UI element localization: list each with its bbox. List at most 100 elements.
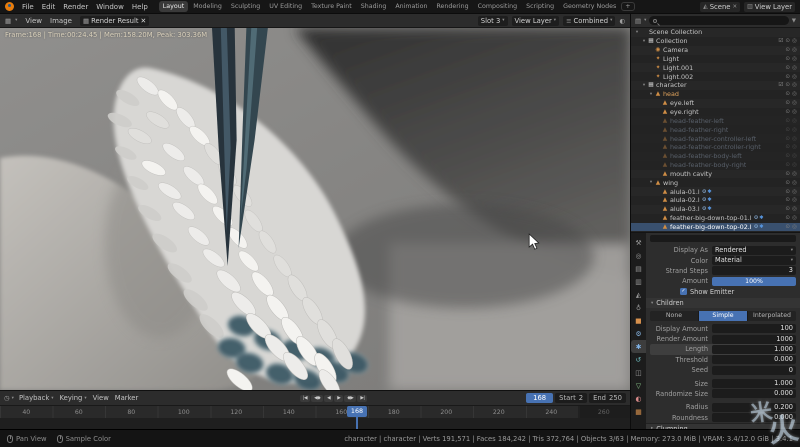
disable-render-icon[interactable]: ◎ xyxy=(792,91,797,97)
disable-render-icon[interactable]: ◎ xyxy=(792,162,797,168)
outliner-row[interactable]: ▲ mouth cavity ⚙ ✱ ☑ ⊙ ◎ xyxy=(631,170,800,179)
outliner-row[interactable]: ▾ ▲ head ⚙ ✱ ☑ ⊙ ◎ xyxy=(631,90,800,99)
outliner-row[interactable]: ▲ alula-03.l ⚙ ✱ ☑ ⊙ ◎ xyxy=(631,205,800,214)
workspace-tab[interactable]: Sculpting xyxy=(227,1,264,12)
disable-render-icon[interactable]: ◎ xyxy=(792,136,797,142)
disable-render-icon[interactable]: ◎ xyxy=(792,109,797,115)
image-datablock-selector[interactable]: ▦ Render Result ✕ xyxy=(80,16,149,26)
outliner-row[interactable]: ▲ feather-big-down-top-01.l ⚙ ✱ ☑ ⊙ ◎ xyxy=(631,214,800,223)
blender-logo-icon[interactable] xyxy=(5,2,14,11)
workspace-tab[interactable]: Shading xyxy=(357,1,391,12)
topbar-menu[interactable]: Edit xyxy=(38,3,60,11)
disable-render-icon[interactable]: ◎ xyxy=(792,65,797,71)
hide-viewport-icon[interactable]: ⊙ xyxy=(785,127,790,133)
outliner-row[interactable]: ▲ head-feather-controller-right ⚙ ✱ ☑ ⊙ … xyxy=(631,143,800,152)
hide-viewport-icon[interactable]: ⊙ xyxy=(785,109,790,115)
outliner-row[interactable]: ▾ ▲ wing ⚙ ✱ ☑ ⊙ ◎ xyxy=(631,178,800,187)
modifiers-tab[interactable]: ⚙ xyxy=(631,327,646,340)
particles-tab[interactable]: ✱ xyxy=(631,340,646,353)
disable-render-icon[interactable]: ◎ xyxy=(792,197,797,203)
disable-render-icon[interactable]: ◎ xyxy=(792,144,797,150)
object-tab[interactable]: ■ xyxy=(631,314,646,327)
disable-render-icon[interactable]: ◎ xyxy=(792,38,797,44)
playhead[interactable]: 168 xyxy=(347,406,367,417)
disable-render-icon[interactable]: ◎ xyxy=(792,47,797,53)
workspace-tab[interactable]: Texture Paint xyxy=(307,1,356,12)
jump-to-start-button[interactable]: |◀ xyxy=(300,395,310,402)
play-reverse-button[interactable]: ◀ xyxy=(324,395,333,402)
property-value-field[interactable]: 0.000 xyxy=(712,355,796,364)
hide-viewport-icon[interactable]: ⊙ xyxy=(785,56,790,62)
show-emitter-checkbox[interactable]: ✓ xyxy=(680,288,687,295)
frame-end-field[interactable]: End 250 xyxy=(589,393,626,403)
outliner-row[interactable]: ▲ head-feather-right ⚙ ✱ ☑ ⊙ ◎ xyxy=(631,125,800,134)
exclude-checkbox-icon[interactable]: ☑ xyxy=(778,38,783,44)
timeline-menu[interactable]: Marker▾ xyxy=(112,394,142,402)
object-data-tab[interactable]: ▽ xyxy=(631,379,646,392)
outliner-row[interactable]: ▲ head-feather-body-right ⚙ ✱ ☑ ⊙ ◎ xyxy=(631,161,800,170)
topbar-menu[interactable]: Render xyxy=(59,3,92,11)
timeline-menu[interactable]: View▾ xyxy=(90,394,112,402)
outliner-row[interactable]: ▲ eye.left ⚙ ✱ ☑ ⊙ ◎ xyxy=(631,99,800,108)
hide-viewport-icon[interactable]: ⊙ xyxy=(785,215,790,221)
timeline-menu[interactable]: Playback▾ xyxy=(16,394,57,402)
next-keyframe-button[interactable]: ◆▶ xyxy=(344,395,356,402)
disable-render-icon[interactable]: ◎ xyxy=(792,224,797,230)
workspace-tab[interactable]: UV Editing xyxy=(265,1,306,12)
disable-render-icon[interactable]: ◎ xyxy=(792,74,797,80)
outliner-row[interactable]: ▲ eye.right ⚙ ✱ ☑ ⊙ ◎ xyxy=(631,108,800,117)
jump-to-end-button[interactable]: ▶| xyxy=(357,395,367,402)
display-channels-icon[interactable]: ◐ xyxy=(619,17,625,25)
view-layer-selector[interactable]: ▥ View Layer xyxy=(744,2,795,12)
strand-steps-field[interactable]: 3 xyxy=(712,266,796,275)
outliner-editor-type-icon[interactable]: ▤ xyxy=(635,17,641,25)
property-value-field[interactable]: 100 xyxy=(712,324,796,333)
outliner-row[interactable]: ▲ head-feather-left ⚙ ✱ ☑ ⊙ ◎ xyxy=(631,116,800,125)
hide-viewport-icon[interactable]: ⊙ xyxy=(785,38,790,44)
hide-viewport-icon[interactable]: ⊙ xyxy=(785,82,790,88)
outliner-row[interactable]: ✦ Light.001 ⚙ ✱ ☑ ⊙ ◎ xyxy=(631,63,800,72)
render-viewport[interactable]: Frame:168 | Time:00:24.45 | Mem:158.20M,… xyxy=(0,28,630,390)
workspace-tab[interactable]: Compositing xyxy=(474,1,521,12)
color-dropdown[interactable]: Material ▾ xyxy=(712,256,796,265)
frame-start-field[interactable]: Start 2 xyxy=(555,393,587,403)
timeline-channel-area[interactable] xyxy=(0,418,630,429)
render-layer-selector[interactable]: View Layer ▾ xyxy=(512,16,560,26)
hide-viewport-icon[interactable]: ⊙ xyxy=(785,118,790,124)
render-tab[interactable]: ◎ xyxy=(631,249,646,262)
outliner-row[interactable]: ◉ Camera ⚙ ✱ ☑ ⊙ ◎ xyxy=(631,46,800,55)
material-tab[interactable]: ◐ xyxy=(631,392,646,405)
children-section-header[interactable]: ▾ Children xyxy=(646,298,800,309)
workspace-tab[interactable]: Geometry Nodes xyxy=(559,1,620,12)
property-value-field[interactable]: 1000 xyxy=(712,335,796,344)
property-value-field[interactable]: 1.000 xyxy=(712,345,796,354)
hide-viewport-icon[interactable]: ⊙ xyxy=(785,206,790,212)
property-value-field[interactable]: 0.000 xyxy=(712,389,796,398)
play-button[interactable]: ▶ xyxy=(334,395,343,402)
outliner-row[interactable]: ▲ alula-01.l ⚙ ✱ ☑ ⊙ ◎ xyxy=(631,187,800,196)
close-icon[interactable]: ✕ xyxy=(141,17,147,25)
property-value-field[interactable]: 0 xyxy=(712,366,796,375)
hide-viewport-icon[interactable]: ⊙ xyxy=(785,74,790,80)
hide-viewport-icon[interactable]: ⊙ xyxy=(785,171,790,177)
output-tab[interactable]: ▤ xyxy=(631,262,646,275)
hide-viewport-icon[interactable]: ⊙ xyxy=(785,180,790,186)
workspace-tab[interactable]: Rendering xyxy=(432,1,472,12)
workspace-tab[interactable]: + xyxy=(621,2,634,11)
image-editor-menu[interactable]: Image xyxy=(46,17,76,25)
outliner-row[interactable]: ✦ Light ⚙ ✱ ☑ ⊙ ◎ xyxy=(631,55,800,64)
disable-render-icon[interactable]: ◎ xyxy=(792,206,797,212)
disable-render-icon[interactable]: ◎ xyxy=(792,180,797,186)
disable-render-icon[interactable]: ◎ xyxy=(792,171,797,177)
outliner-search-input[interactable] xyxy=(649,16,788,25)
timeline-menu[interactable]: Keying▾ xyxy=(57,394,90,402)
topbar-menu[interactable]: Window xyxy=(92,3,128,11)
texture-tab[interactable]: ▦ xyxy=(631,405,646,418)
outliner-row[interactable]: ▾ ▦ Collection ⚙ ✱ ☑ ⊙ ◎ xyxy=(631,37,800,46)
disable-render-icon[interactable]: ◎ xyxy=(792,153,797,159)
hide-viewport-icon[interactable]: ⊙ xyxy=(785,153,790,159)
expand-arrow-icon[interactable]: ▾ xyxy=(634,30,640,35)
hide-viewport-icon[interactable]: ⊙ xyxy=(785,100,790,106)
topbar-menu[interactable]: File xyxy=(18,3,38,11)
outliner-row[interactable]: ▲ alula-02.l ⚙ ✱ ☑ ⊙ ◎ xyxy=(631,196,800,205)
